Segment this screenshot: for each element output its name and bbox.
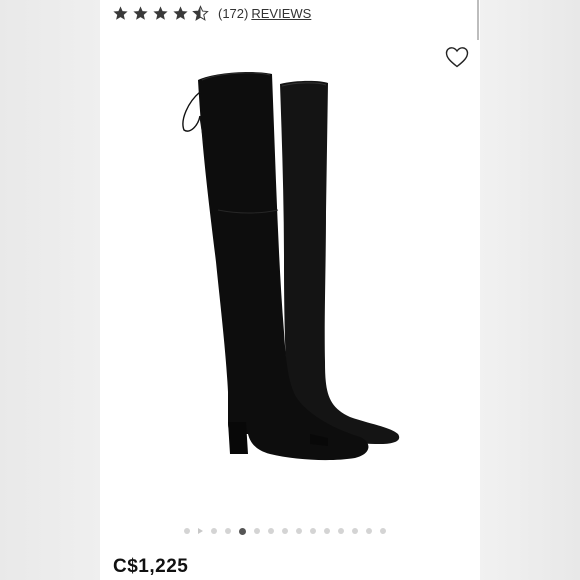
product-price: C$1,225: [113, 556, 189, 577]
carousel-dot[interactable]: [380, 528, 386, 534]
carousel-dot[interactable]: [184, 528, 190, 534]
scrollbar[interactable]: [477, 0, 479, 40]
star-icon: [152, 5, 169, 22]
star-icon: [132, 5, 149, 22]
wishlist-button[interactable]: [444, 46, 470, 72]
half-star-icon: [192, 4, 209, 22]
carousel-dot[interactable]: [366, 528, 372, 534]
background-left: [0, 0, 100, 580]
review-count[interactable]: (172): [218, 6, 248, 21]
carousel-dot-active[interactable]: [239, 527, 246, 535]
carousel-dot[interactable]: [225, 528, 231, 534]
carousel-dot[interactable]: [268, 528, 274, 534]
video-play-icon[interactable]: [198, 528, 203, 534]
carousel-dot[interactable]: [338, 528, 344, 534]
carousel-dot[interactable]: [352, 528, 358, 534]
product-screen: (172) REVIEWS C$1,225: [100, 0, 480, 580]
carousel-dot[interactable]: [296, 528, 302, 534]
carousel-dot[interactable]: [282, 528, 288, 534]
heart-icon: [445, 46, 469, 73]
carousel-dot[interactable]: [254, 528, 260, 534]
background-right: [480, 0, 580, 580]
reviews-link[interactable]: REVIEWS: [251, 6, 311, 21]
carousel-dots: [184, 526, 386, 536]
carousel-dot[interactable]: [324, 528, 330, 534]
carousel-dot[interactable]: [211, 528, 217, 534]
product-image[interactable]: [160, 62, 420, 482]
star-icon: [112, 5, 129, 22]
rating-row: (172) REVIEWS: [112, 3, 311, 23]
carousel-dot[interactable]: [310, 528, 316, 534]
star-icon: [172, 5, 189, 22]
